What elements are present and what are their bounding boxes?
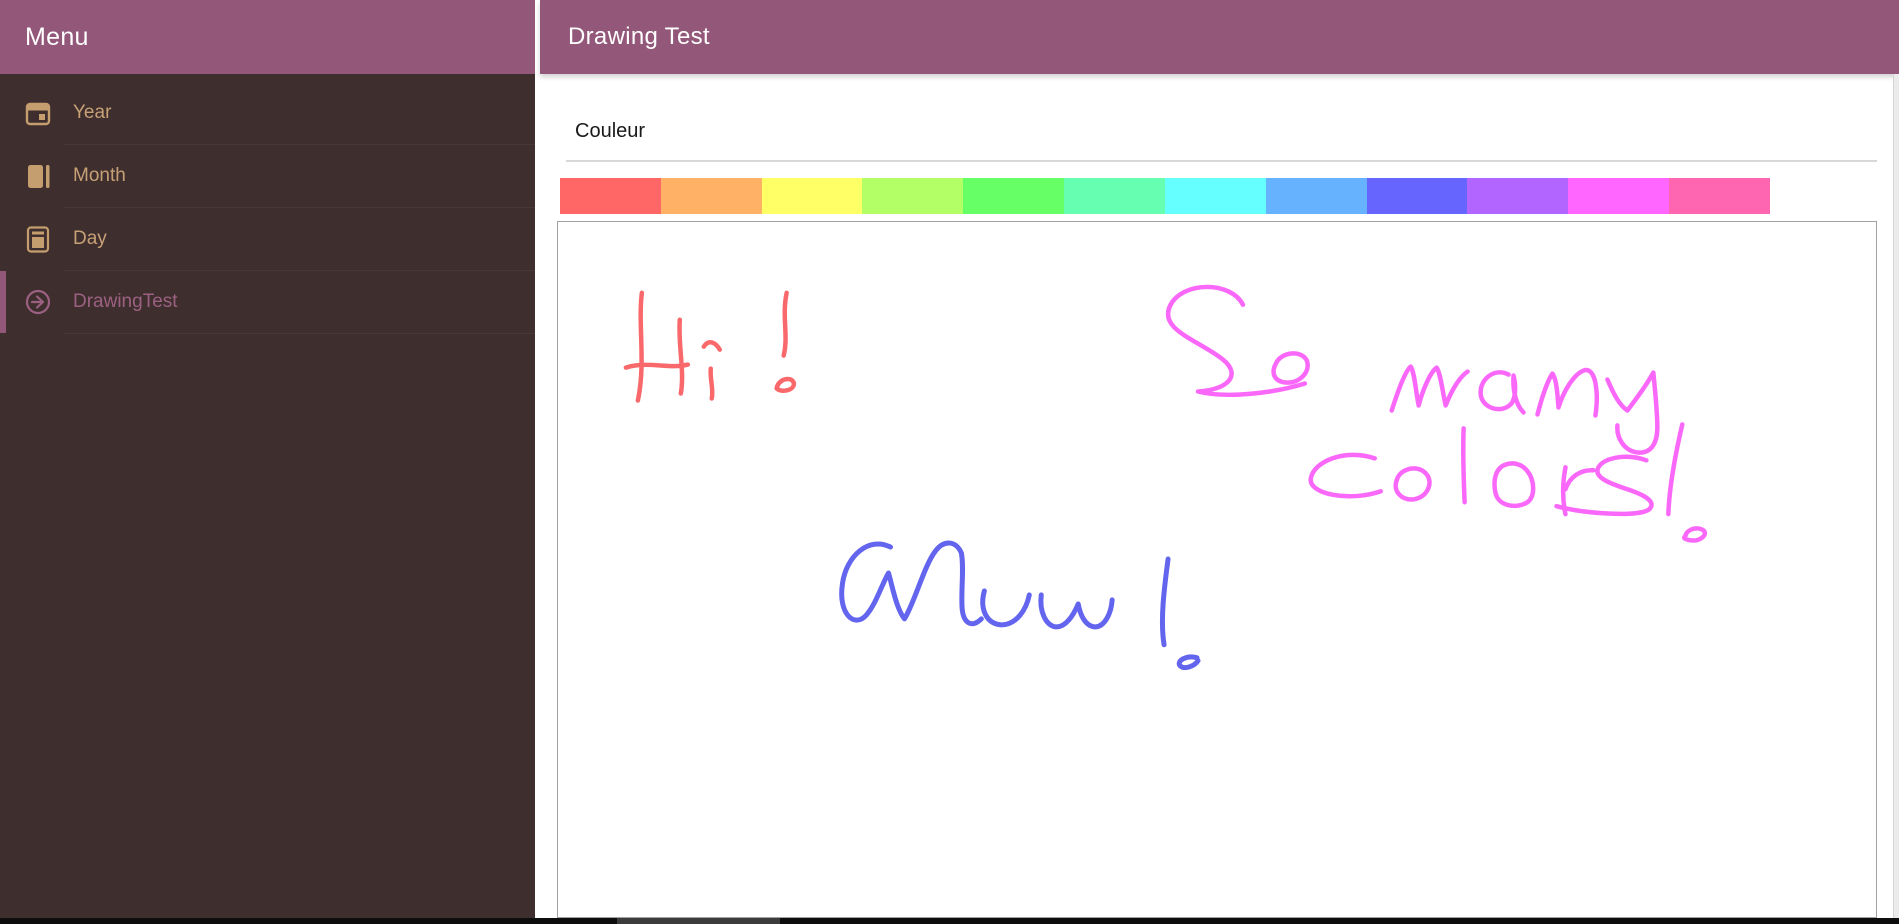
active-indicator	[0, 271, 6, 333]
sidebar-item-day[interactable]: Day	[0, 208, 535, 270]
sidebar-header: Menu	[0, 0, 535, 74]
color-swatch-10[interactable]	[1568, 178, 1670, 214]
sidebar-item-label: Month	[73, 165, 126, 186]
color-swatch-8[interactable]	[1366, 178, 1468, 214]
arrow-right-circle-icon	[25, 289, 51, 315]
drawing-canvas[interactable]	[557, 221, 1877, 918]
drawing-1	[1165, 284, 1708, 543]
drawing-2	[839, 540, 1201, 670]
journal-icon	[26, 226, 50, 253]
sidebar-item-label: DrawingTest	[73, 291, 178, 312]
color-palette	[560, 178, 1770, 214]
bottom-scrollbar[interactable]	[0, 918, 1899, 924]
app-window: Menu Year Month Day DrawingTest Drawing …	[0, 0, 1899, 924]
sidebar-item-month[interactable]: Month	[0, 145, 535, 207]
sidebar-menu: Year Month Day DrawingTest	[0, 74, 535, 334]
color-swatch-7[interactable]	[1265, 178, 1367, 214]
sidebar-item-label: Year	[73, 102, 112, 123]
color-swatch-6[interactable]	[1164, 178, 1266, 214]
sidebar: Menu Year Month Day DrawingTest	[0, 0, 535, 924]
vertical-scrollbar[interactable]	[1893, 74, 1899, 918]
main-header: Drawing Test	[540, 0, 1899, 74]
drawing-0	[623, 290, 796, 403]
color-swatch-3[interactable]	[862, 178, 964, 214]
drawing-strokes-svg	[623, 284, 1708, 670]
color-swatch-1[interactable]	[660, 178, 762, 214]
sidebar-item-year[interactable]: Year	[0, 82, 535, 144]
sidebar-item-drawingtest[interactable]: DrawingTest	[0, 271, 535, 333]
couleur-divider	[566, 160, 1877, 162]
sidebar-title: Menu	[25, 22, 89, 51]
menu-divider	[64, 333, 535, 334]
sidebar-item-label: Day	[73, 228, 107, 249]
color-swatch-5[interactable]	[1064, 178, 1165, 214]
color-swatch-2[interactable]	[761, 178, 863, 214]
color-swatch-9[interactable]	[1467, 178, 1569, 214]
bottom-scrollbar-thumb[interactable]	[617, 918, 780, 924]
color-swatch-0[interactable]	[560, 178, 661, 214]
color-swatch-11[interactable]	[1669, 178, 1770, 214]
couleur-label: Couleur	[575, 120, 646, 142]
book-icon	[28, 165, 50, 188]
color-swatch-4[interactable]	[963, 178, 1065, 214]
page-title: Drawing Test	[568, 23, 710, 50]
calendar-icon	[25, 102, 51, 126]
